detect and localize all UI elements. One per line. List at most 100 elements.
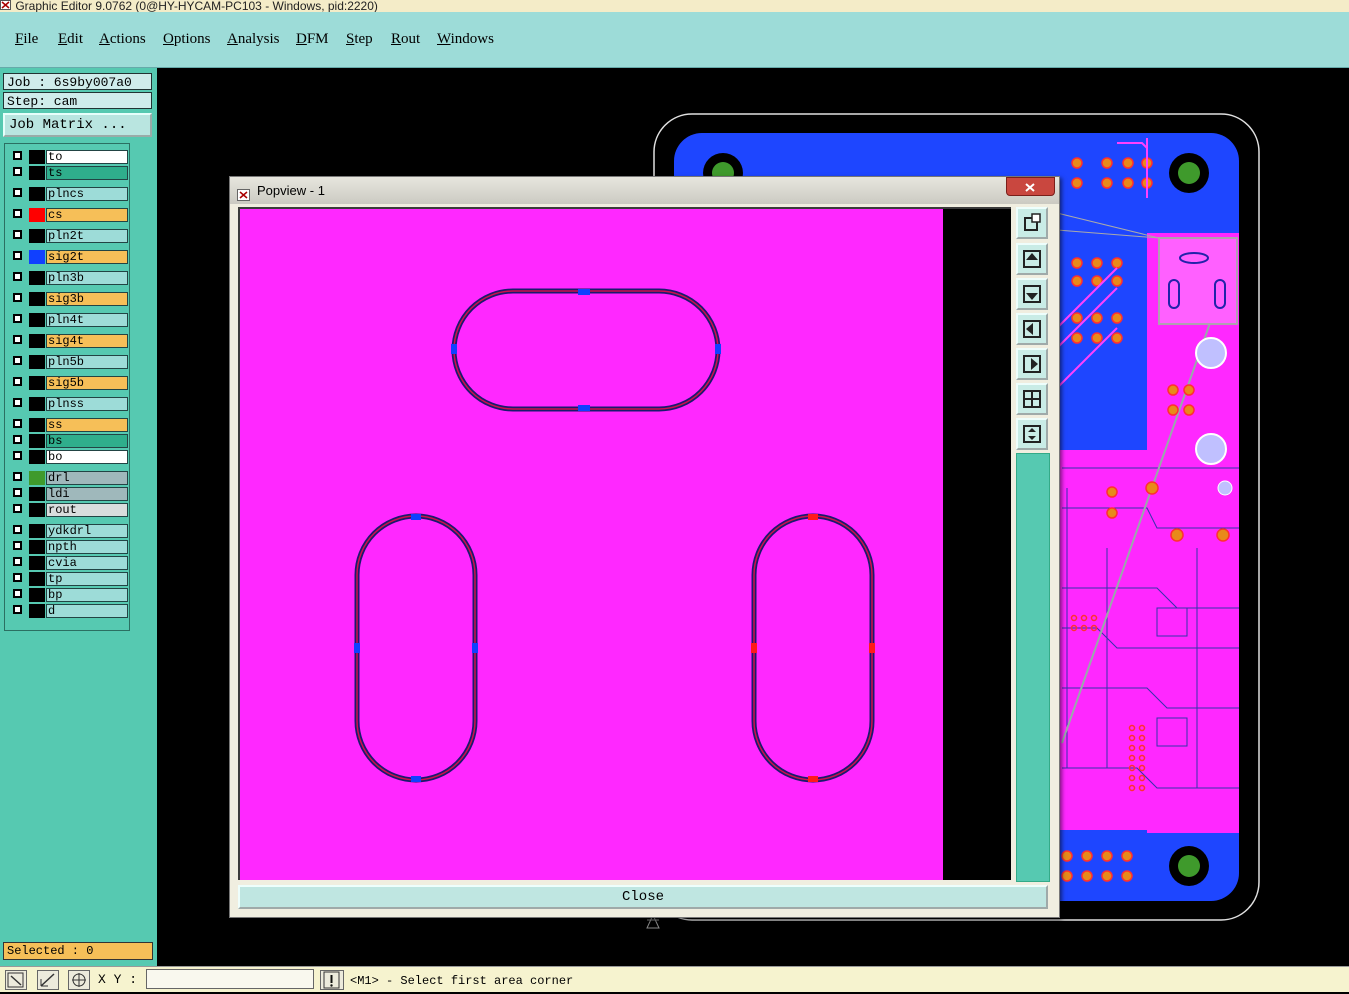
job-matrix-button[interactable]: Job Matrix ... [3, 113, 152, 137]
layer-color-swatch [29, 556, 45, 570]
layer-checkbox[interactable] [13, 419, 22, 428]
select-tool-button[interactable] [5, 970, 27, 990]
layer-checkbox[interactable] [13, 435, 22, 444]
popview-scroll-area [1016, 453, 1050, 882]
layer-name[interactable]: to [46, 150, 128, 164]
layer-color-swatch [29, 524, 45, 538]
layer-color-swatch [29, 503, 45, 517]
layer-checkbox[interactable] [13, 605, 22, 614]
layer-color-swatch [29, 376, 45, 390]
layer-checkbox[interactable] [13, 314, 22, 323]
measure-tool-button[interactable] [37, 970, 59, 990]
layer-name[interactable]: sig4t [46, 334, 128, 348]
layer-checkbox[interactable] [13, 488, 22, 497]
layer-checkbox[interactable] [13, 504, 22, 513]
menu-step[interactable]: Step [346, 31, 373, 48]
zoom-icon [1024, 213, 1041, 231]
window-title-bar: Graphic Editor 9.0762 (0@HY-HYCAM-PC103 … [0, 0, 1349, 12]
layer-checkbox[interactable] [13, 335, 22, 344]
xy-input[interactable] [146, 969, 314, 989]
menu-analysis[interactable]: Analysis [227, 31, 280, 48]
layer-color-swatch [29, 450, 45, 464]
layer-panel: Job : 6s9by007a0 Step: cam Job Matrix ..… [0, 68, 157, 971]
alert-button[interactable] [320, 970, 344, 990]
layer-name[interactable]: cs [46, 208, 128, 222]
app-icon [0, 0, 12, 10]
layer-name[interactable]: pln5b [46, 355, 128, 369]
layer-checkbox[interactable] [13, 377, 22, 386]
menu-dfm[interactable]: DFM [296, 31, 329, 48]
layer-checkbox[interactable] [13, 356, 22, 365]
layer-name[interactable]: bo [46, 450, 128, 464]
pan-up-button[interactable] [1016, 243, 1048, 275]
close-window-button[interactable] [1006, 177, 1055, 196]
layer-color-swatch [29, 250, 45, 264]
layer-name[interactable]: plncs [46, 187, 128, 201]
layer-checkbox[interactable] [13, 293, 22, 302]
popview-canvas[interactable] [240, 209, 1011, 880]
status-bar: X Y : <M1> - Select first area corner [0, 966, 1349, 992]
layer-name[interactable]: ts [46, 166, 128, 180]
select-arrow-icon [7, 972, 24, 988]
menu-rout[interactable]: Rout [391, 31, 420, 48]
layer-checkbox[interactable] [13, 251, 22, 260]
layer-color-swatch [29, 588, 45, 602]
layer-name[interactable]: ldi [46, 487, 128, 501]
status-message: <M1> - Select first area corner [350, 974, 574, 988]
layer-checkbox[interactable] [13, 209, 22, 218]
layer-name[interactable]: plnss [46, 397, 128, 411]
layer-checkbox[interactable] [13, 525, 22, 534]
layer-name[interactable]: cvia [46, 556, 128, 570]
layer-name[interactable]: bs [46, 434, 128, 448]
layer-checkbox[interactable] [13, 272, 22, 281]
menu-windows[interactable]: Windows [437, 31, 494, 48]
layer-checkbox[interactable] [13, 398, 22, 407]
arrow-up-icon [1023, 250, 1041, 268]
layer-name[interactable]: sig2t [46, 250, 128, 264]
pan-down-button[interactable] [1016, 278, 1048, 310]
layer-name[interactable]: npth [46, 540, 128, 554]
layer-name[interactable]: d [46, 604, 128, 618]
layer-checkbox[interactable] [13, 589, 22, 598]
layer-checkbox[interactable] [13, 230, 22, 239]
layer-name[interactable]: drl [46, 471, 128, 485]
layer-name[interactable]: ss [46, 418, 128, 432]
layer-name[interactable]: pln2t [46, 229, 128, 243]
zoom-out-icon [1023, 390, 1041, 408]
arrow-down-icon [1023, 285, 1041, 303]
window-title: Graphic Editor 9.0762 (0@HY-HYCAM-PC103 … [15, 0, 378, 12]
layer-checkbox[interactable] [13, 188, 22, 197]
selected-count: Selected : 0 [3, 942, 153, 960]
layer-name[interactable]: tp [46, 572, 128, 586]
plane-fill [240, 209, 943, 880]
layer-name[interactable]: pln3b [46, 271, 128, 285]
layer-color-swatch [29, 271, 45, 285]
layer-color-swatch [29, 208, 45, 222]
layer-name[interactable]: pln4t [46, 313, 128, 327]
zoom-out-button[interactable] [1016, 383, 1048, 415]
layer-name[interactable]: sig3b [46, 292, 128, 306]
close-button[interactable]: Close [238, 885, 1048, 909]
layer-checkbox[interactable] [13, 472, 22, 481]
layer-checkbox[interactable] [13, 151, 22, 160]
menu-file[interactable]: File [15, 31, 38, 48]
layer-color-swatch [29, 187, 45, 201]
menu-actions[interactable]: Actions [99, 31, 146, 48]
zoom-fit-button[interactable] [1016, 207, 1048, 239]
layer-checkbox[interactable] [13, 451, 22, 460]
layer-name[interactable]: sig5b [46, 376, 128, 390]
layer-name[interactable]: bp [46, 588, 128, 602]
layer-checkbox[interactable] [13, 167, 22, 176]
grid-tool-button[interactable] [68, 970, 90, 990]
layer-checkbox[interactable] [13, 541, 22, 550]
layer-name[interactable]: rout [46, 503, 128, 517]
menu-edit[interactable]: Edit [58, 31, 83, 48]
pan-left-button[interactable] [1016, 313, 1048, 345]
zoom-in-button[interactable] [1016, 418, 1048, 450]
layer-color-swatch [29, 434, 45, 448]
layer-checkbox[interactable] [13, 573, 22, 582]
layer-name[interactable]: ydkdrl [46, 524, 128, 538]
menu-options[interactable]: Options [163, 31, 211, 48]
pan-right-button[interactable] [1016, 348, 1048, 380]
layer-checkbox[interactable] [13, 557, 22, 566]
